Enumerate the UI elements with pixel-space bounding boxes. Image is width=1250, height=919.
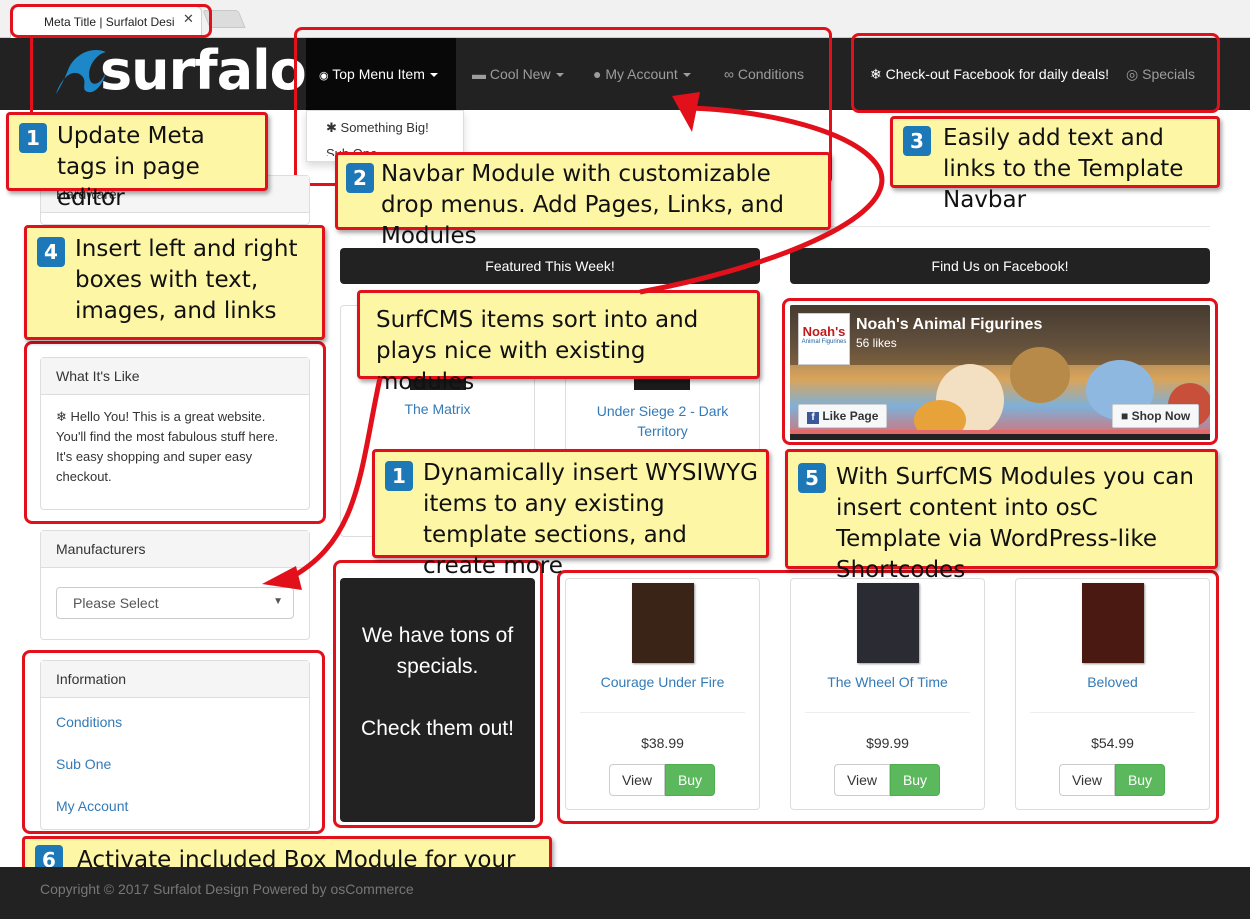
arrow-head-navbar-icon [672, 92, 700, 132]
arrow-head-left-icon [262, 566, 302, 590]
arrow-to-left-column [288, 377, 383, 581]
arrow-to-navbar [639, 105, 885, 295]
annotation-arrows [262, 92, 885, 590]
footer-copyright: Copyright © 2017 Surfalot Design Powered… [40, 881, 414, 897]
